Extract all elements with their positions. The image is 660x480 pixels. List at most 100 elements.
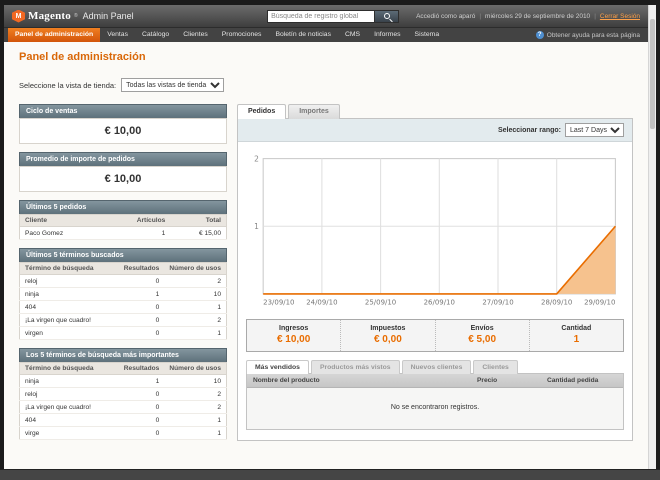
- cell-term: ¡La virgen que cuadro!: [19, 400, 119, 414]
- global-search-input[interactable]: [267, 9, 376, 23]
- logo-text: Magento: [28, 10, 71, 22]
- nav-item-promociones[interactable]: Promociones: [215, 28, 269, 42]
- table-row[interactable]: virgen 0 1: [19, 326, 227, 340]
- nav-item-ventas[interactable]: Ventas: [100, 28, 135, 42]
- cell-customer: Paco Gomez: [19, 226, 104, 240]
- tab-mas-vendidos[interactable]: Más vendidos: [246, 360, 309, 375]
- table-row[interactable]: reloj 0 2: [19, 387, 227, 401]
- header-user-info: Accedió como aparó | miércoles 29 de sep…: [416, 13, 640, 20]
- current-date: miércoles 29 de septiembre de 2010: [485, 12, 591, 20]
- section-title: Ciclo de ventas: [19, 104, 227, 118]
- global-search-button[interactable]: [375, 9, 400, 23]
- top-search-table: Término de búsqueda Resultados Número de…: [19, 362, 227, 440]
- dashboard-right-column: Pedidos Importes Seleccionar rango: Last…: [237, 104, 633, 442]
- tab-pedidos[interactable]: Pedidos: [237, 104, 287, 119]
- cell-results: 0: [118, 387, 165, 401]
- table-row[interactable]: ¡La virgen que cuadro! 0 2: [19, 313, 227, 327]
- svg-text:29/09/10: 29/09/10: [584, 299, 615, 307]
- nav-item-dashboard[interactable]: Panel de administración: [8, 28, 101, 42]
- nav-item-clientes[interactable]: Clientes: [176, 28, 215, 42]
- col-header: Término de búsqueda: [19, 362, 119, 375]
- tab-productos-mas-vistos[interactable]: Productos más vistos: [310, 360, 400, 375]
- store-view-label: Seleccione la vista de tienda:: [19, 80, 117, 90]
- cell-term: virgen: [19, 326, 119, 340]
- orders-chart: 1 2 23/09/10 24/09/10 25/09/10 26/09/10 27/09/…: [238, 142, 632, 313]
- page-title: Panel de administración: [19, 51, 146, 63]
- cell-results: 0: [118, 400, 165, 414]
- global-search: [267, 9, 400, 23]
- tab-importes[interactable]: Importes: [288, 104, 340, 119]
- products-table-header: Nombre del producto Precio Cantidad pedi…: [247, 374, 623, 389]
- cell-term: reloj: [19, 387, 119, 401]
- table-row[interactable]: Paco Gomez 1 € 15,00: [19, 226, 227, 240]
- section-title: Últimos 5 términos buscados: [19, 248, 227, 262]
- nav-item-informes[interactable]: Informes: [367, 28, 407, 42]
- stat-label: Envíos: [470, 325, 494, 333]
- nav-item-sistema[interactable]: Sistema: [408, 28, 447, 42]
- svg-text:1: 1: [254, 222, 259, 231]
- nav-item-boletin[interactable]: Boletín de noticias: [268, 28, 338, 42]
- svg-text:28/09/10: 28/09/10: [541, 299, 572, 307]
- col-header-product: Nombre del producto: [253, 377, 320, 385]
- average-orders-value: € 10,00: [19, 166, 227, 192]
- products-table: Nombre del producto Precio Cantidad pedi…: [246, 373, 624, 431]
- table-row[interactable]: ¡La virgen que cuadro! 0 2: [19, 400, 227, 414]
- table-row[interactable]: 404 0 1: [19, 413, 227, 427]
- table-row[interactable]: 404 0 1: [19, 300, 227, 314]
- table-row[interactable]: ninja 1 10: [19, 374, 227, 388]
- search-icon: [383, 13, 390, 19]
- stat-value: € 10,00: [276, 334, 311, 346]
- orders-panel: Seleccionar rango: Last 7 Days 1 2 23/09/1…: [237, 118, 633, 442]
- orders-chart-svg: 1 2 23/09/10 24/09/10 25/09/10 26/09/10 27/09/…: [254, 154, 617, 307]
- nav-item-catalogo[interactable]: Catálogo: [135, 28, 176, 42]
- store-view-switcher: Seleccione la vista de tienda: Todas las…: [19, 78, 633, 92]
- help-link[interactable]: ? Obtener ayuda para esta página: [535, 28, 648, 42]
- cell-uses: 1: [164, 426, 227, 440]
- browser-scrollbar[interactable]: [648, 5, 656, 469]
- cell-uses: 1: [164, 413, 227, 427]
- cell-uses: 2: [164, 400, 227, 414]
- table-row[interactable]: reloj 0 2: [19, 274, 227, 288]
- tab-nuevos-clientes[interactable]: Nuevos clientes: [401, 360, 472, 375]
- cell-term: ¡La virgen que cuadro!: [19, 313, 119, 327]
- scrollbar-thumb[interactable]: [650, 19, 655, 129]
- cell-term: ninja: [19, 287, 119, 301]
- svg-text:2: 2: [254, 154, 259, 163]
- col-header: Resultados: [118, 262, 165, 275]
- svg-text:26/09/10: 26/09/10: [424, 299, 455, 307]
- help-icon: ?: [535, 31, 544, 39]
- table-row[interactable]: virge 0 1: [19, 426, 227, 440]
- table-row[interactable]: ninja 1 10: [19, 287, 227, 301]
- separator: |: [594, 12, 596, 20]
- cell-uses: 2: [164, 313, 227, 327]
- nav-item-cms[interactable]: CMS: [338, 28, 367, 42]
- section-title: Los 5 términos de búsqueda más important…: [19, 348, 227, 362]
- col-header: Total: [170, 214, 227, 227]
- cell-total: € 15,00: [170, 226, 227, 240]
- svg-text:23/09/10: 23/09/10: [263, 299, 294, 307]
- col-header-qty: Cantidad pedida: [547, 377, 599, 385]
- cell-uses: 1: [164, 326, 227, 340]
- cell-results: 0: [118, 274, 165, 288]
- cell-term: virge: [19, 426, 119, 440]
- stat-value: € 0,00: [373, 334, 402, 346]
- stat-cantidad: Cantidad 1: [528, 320, 623, 352]
- col-header: Número de usos: [164, 262, 227, 275]
- logout-link[interactable]: Cerrar Sesión: [600, 13, 640, 20]
- dashboard-left-column: Ciclo de ventas € 10,00 Promedio de impo…: [19, 104, 227, 448]
- orders-amounts-tabs: Pedidos Importes: [237, 104, 633, 119]
- totals-bar: Ingresos € 10,00 Impuestos € 0,00 Envíos…: [246, 319, 624, 353]
- store-view-select[interactable]: Todas las vistas de tienda: [121, 78, 225, 92]
- registered-mark: ®: [73, 13, 78, 19]
- top-search-section: Los 5 términos de búsqueda más important…: [19, 348, 227, 440]
- col-header-price: Precio: [477, 377, 498, 385]
- last-search-section: Últimos 5 términos buscados Término de b…: [19, 248, 227, 340]
- lifetime-sales-value: € 10,00: [19, 118, 227, 144]
- logo-suffix: Admin Panel: [82, 11, 134, 21]
- cell-uses: 2: [164, 387, 227, 401]
- empty-records-message: No se encontraron registros.: [247, 388, 623, 430]
- range-select[interactable]: Last 7 Days: [565, 123, 624, 137]
- col-header: Artículos: [103, 214, 171, 227]
- lifetime-sales-section: Ciclo de ventas € 10,00: [19, 104, 227, 144]
- tab-clientes[interactable]: Clientes: [473, 360, 518, 375]
